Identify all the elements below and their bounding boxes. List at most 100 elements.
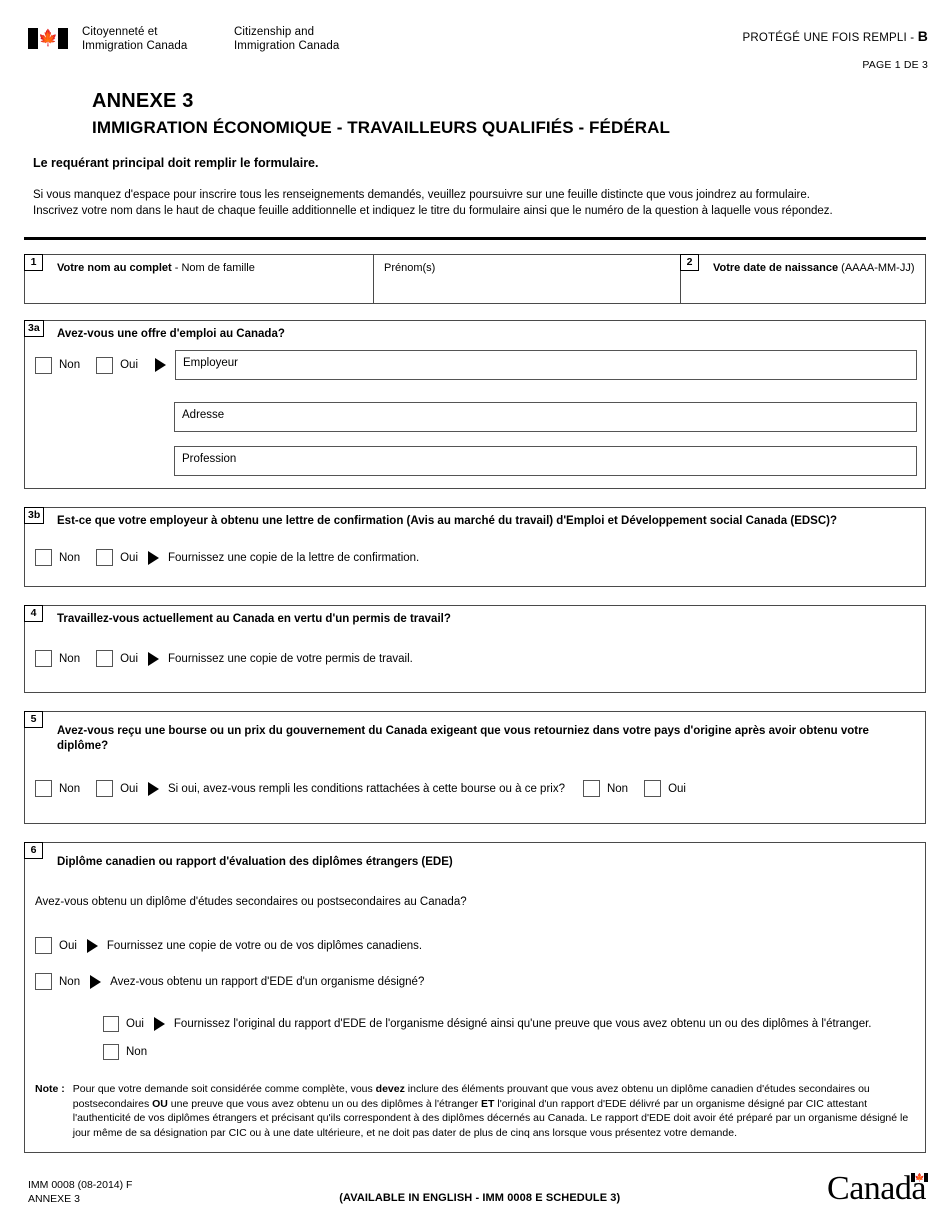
intro-instruction-bold: Le requérant principal doit remplir le f… [33,156,319,170]
question-badge-1: 1 [24,254,43,271]
canada-wordmark: Canada 🍁 [827,1172,928,1206]
arrow-right-icon [90,974,102,989]
q3b-title: Est-ce que votre employeur à obtenu une … [57,515,838,527]
q6-title: Diplôme canadien ou rapport d'évaluation… [57,856,453,868]
q5-checkbox-no[interactable] [35,780,52,797]
q3a-occupation-field[interactable]: Profession [174,446,917,476]
dept-en-line2: Immigration Canada [234,39,340,52]
q5-checkbox-yes[interactable] [96,780,114,797]
note-part3: une preuve que vous avez obtenu un ou de… [167,1097,482,1110]
q4-title: Travaillez-vous actuellement au Canada e… [57,613,451,625]
question-badge-2: 2 [680,254,699,271]
question-badge-3a: 3a [24,320,44,337]
page-number: PAGE 1 DE 3 [862,59,928,71]
q3b-checkbox-yes[interactable] [96,549,114,566]
section-5-scholarship: 5 Avez-vous reçu une bourse ou un prix d… [24,711,926,824]
dob-label: Votre date de naissance (AAAA-MM-JJ) [681,255,925,275]
q6-checkbox-yes[interactable] [35,937,52,954]
title-annex: ANNEXE 3 [92,90,194,112]
arrow-right-icon [148,550,160,565]
note-part1: Pour que votre demande soit considérée c… [72,1083,376,1095]
q3a-label-yes: Oui [120,359,139,371]
note-bold3: ET [481,1097,495,1110]
question-badge-3b: 3b [24,507,45,524]
q6-note-label: Note : [35,1083,65,1095]
q3a-address-field[interactable]: Adresse [174,402,917,432]
intro-block: Le requérant principal doit remplir le f… [0,156,950,219]
dob-label-rest: (AAAA-MM-JJ) [838,262,915,274]
q3b-followup-text: Fournissez une copie de la lettre de con… [168,551,420,564]
q3a-checkbox-no[interactable] [35,356,52,374]
q6-question: Avez-vous obtenu un diplôme d'études sec… [35,896,467,908]
footer-form-code: IMM 0008 (08-2014) F [28,1179,133,1191]
q3a-occupation-label: Profession [182,453,237,465]
q3a-title: Avez-vous une offre d'emploi au Canada? [57,328,285,340]
q6-checkbox-no[interactable] [35,973,52,990]
header-right-block: PROTÉGÉ UNE FOIS REMPLI - B PAGE 1 DE 3 [743,28,928,71]
arrow-right-icon [86,938,98,953]
question-badge-6: 6 [24,842,43,859]
protected-letter: B [917,28,928,44]
footer-form-info: IMM 0008 (08-2014) F ANNEXE 3 [28,1178,132,1206]
section-3b-confirmation-letter: 3b Est-ce que votre employeur à obtenu u… [24,507,926,587]
section-4-work-permit: 4 Travaillez-vous actuellement au Canada… [24,605,926,693]
section-3a-job-offer: 3a Avez-vous une offre d'emploi au Canad… [24,320,926,489]
q4-checkbox-no[interactable] [35,650,52,667]
q5-followup-label-yes: Oui [668,782,686,795]
form-page: 🍁 Citoyenneté et Immigration Canada Citi… [0,0,950,1230]
q3b-label-no: Non [59,551,81,564]
intro-paragraph: Si vous manquez d'espace pour inscrire t… [33,188,922,219]
q6-yes-followup-text: Fournissez une copie de votre ou de vos … [106,939,423,952]
header-divider [24,237,926,240]
q4-followup-text: Fournissez une copie de votre permis de … [168,652,413,665]
q6-sub-label-yes: Oui [126,1018,144,1030]
q3b-label-yes: Oui [120,551,139,564]
q5-followup-checkbox-no[interactable] [582,780,600,797]
field-date-of-birth[interactable]: 2 Votre date de naissance (AAAA-MM-JJ) [680,254,925,303]
page-header: 🍁 Citoyenneté et Immigration Canada Citi… [0,0,950,78]
intro-line2: Inscrivez votre nom dans le haut de chaq… [33,204,833,217]
arrow-right-icon [155,358,166,372]
q3a-label-no: Non [59,359,81,371]
q3b-checkbox-no[interactable] [35,549,52,566]
field-family-name[interactable]: 1 Votre nom au complet - Nom de famille [24,254,374,303]
section-6-education: 6 Diplôme canadien ou rapport d'évaluati… [24,842,926,1153]
section-identity: 1 Votre nom au complet - Nom de famille … [24,254,926,304]
dept-fr-line2: Immigration Canada [82,39,188,52]
wordmark-flag-icon: 🍁 [910,1173,928,1182]
q3a-checkbox-yes[interactable] [96,356,114,374]
family-name-label-rest: - Nom de famille [171,262,255,274]
page-title: ANNEXE 3 IMMIGRATION ÉCONOMIQUE - TRAVAI… [0,78,950,138]
footer-available-note: (AVAILABLE IN ENGLISH - IMM 0008 E SCHED… [339,1192,621,1204]
footer-annex: ANNEXE 3 [28,1193,80,1205]
arrow-right-icon [148,781,160,796]
q6-label-yes: Oui [59,939,77,952]
q4-label-yes: Oui [120,652,139,665]
q6-sub-checkbox-no[interactable] [103,1044,119,1060]
q5-label-yes: Oui [120,782,139,795]
title-subject: IMMIGRATION ÉCONOMIQUE - TRAVAILLEURS QU… [92,118,671,137]
field-given-names[interactable]: Prénom(s) [374,255,681,303]
page-footer: IMM 0008 (08-2014) F ANNEXE 3 (AVAILABLE… [0,1172,950,1206]
q3a-employer-label: Employeur [183,357,238,369]
question-badge-4: 4 [24,605,43,622]
department-name-fr: Citoyenneté et Immigration Canada [82,26,234,53]
q6-note-body: Pour que votre demande soit considérée c… [73,1082,911,1140]
dob-label-bold: Votre date de naissance [713,262,839,274]
given-names-label: Prénom(s) [384,262,436,274]
q5-followup-checkbox-yes[interactable] [644,780,662,797]
q3a-employer-field[interactable]: Employeur [175,350,917,380]
intro-line1: Si vous manquez d'espace pour inscrire t… [33,189,810,201]
q5-followup-text: Si oui, avez-vous rempli les conditions … [168,782,565,795]
q4-checkbox-yes[interactable] [96,650,114,667]
q5-followup-label-no: Non [606,782,629,795]
q6-sub-label-no: Non [126,1046,148,1058]
q6-sub-checkbox-yes[interactable] [103,1016,119,1032]
q6-label-no: Non [59,975,81,988]
q5-label-no: Non [59,782,81,795]
q6-no-followup-text: Avez-vous obtenu un rapport d'EDE d'un o… [110,975,425,988]
arrow-right-icon [148,651,160,666]
protected-status: PROTÉGÉ UNE FOIS REMPLI - B [743,28,928,44]
q6-note: Note : Pour que votre demande soit consi… [25,1072,925,1152]
arrow-right-icon [153,1017,165,1031]
